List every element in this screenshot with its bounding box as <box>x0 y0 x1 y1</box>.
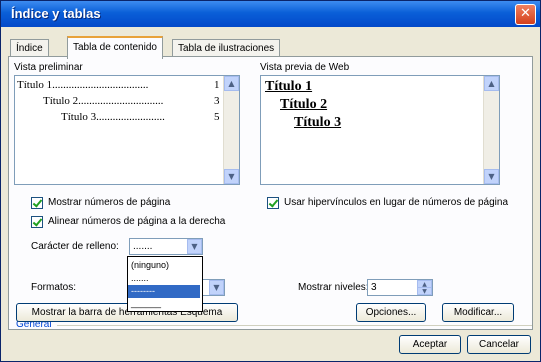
print-preview-box: Título 1................................… <box>14 75 240 185</box>
web-preview-heading-1[interactable]: Título 1 <box>265 79 312 95</box>
tab-leader-dropdown: (ninguno) ....... -------- ______ <box>127 256 203 312</box>
scroll-up-icon[interactable]: ▲ <box>484 76 499 91</box>
tab-leader-value: ....... <box>133 241 153 252</box>
dialog-window: Índice y tablas ✕ Índice Tabla de conten… <box>0 0 541 362</box>
chevron-down-icon[interactable]: ▼ <box>187 239 202 254</box>
web-preview-heading-3[interactable]: Título 3 <box>294 115 341 131</box>
print-preview-page-1: 1 <box>214 79 220 91</box>
use-hyperlinks-checkbox[interactable] <box>267 197 279 209</box>
options-button[interactable]: Opciones... <box>356 303 426 322</box>
chevron-down-icon[interactable]: ▼ <box>209 280 224 295</box>
show-levels-spinner[interactable]: 3 ▲ ▼ <box>367 279 433 296</box>
tab-leader-option[interactable]: ______ <box>128 297 200 310</box>
print-preview-heading-1: Título 1................................… <box>17 79 149 91</box>
tab-leader-label: Carácter de relleno: <box>31 241 119 252</box>
web-preview-label: Vista previa de Web <box>260 62 350 73</box>
show-page-numbers-label[interactable]: Mostrar números de página <box>48 197 170 208</box>
show-levels-value: 3 <box>371 282 377 293</box>
window-title: Índice y tablas <box>11 6 101 21</box>
tab-leader-option[interactable]: (ninguno) <box>128 259 200 272</box>
close-button[interactable]: ✕ <box>515 4 536 25</box>
web-preview-heading-2[interactable]: Título 2 <box>280 97 327 113</box>
show-page-numbers-checkbox[interactable] <box>31 197 43 209</box>
tab-indice[interactable]: Índice <box>10 39 49 57</box>
show-levels-label: Mostrar niveles: <box>298 282 369 293</box>
ok-button[interactable]: Aceptar <box>399 335 461 354</box>
print-preview-page-3: 5 <box>214 111 220 123</box>
use-hyperlinks-label[interactable]: Usar hipervínculos en lugar de números d… <box>284 197 508 208</box>
formats-label: Formatos: <box>31 282 77 293</box>
modify-button[interactable]: Modificar... <box>442 303 514 322</box>
print-preview-page-2: 3 <box>214 95 220 107</box>
tab-tabla-de-ilustraciones[interactable]: Tabla de ilustraciones <box>172 39 281 57</box>
print-preview-heading-2: Título 2............................... <box>43 95 164 107</box>
align-page-numbers-checkbox[interactable] <box>31 216 43 228</box>
print-preview-label: Vista preliminar <box>14 62 83 73</box>
tab-leader-combo[interactable]: ....... ▼ <box>129 238 203 255</box>
align-page-numbers-label[interactable]: Alinear números de página a la derecha <box>48 216 225 227</box>
scroll-up-icon[interactable]: ▲ <box>224 76 239 91</box>
tab-tabla-de-contenido[interactable]: Tabla de contenido <box>67 36 163 59</box>
web-preview-box: Título 1 Título 2 Título 3 ▲ ▼ <box>260 75 500 185</box>
spin-down-icon[interactable]: ▼ <box>417 287 432 295</box>
scroll-down-icon[interactable]: ▼ <box>484 169 499 184</box>
title-bar[interactable]: Índice y tablas ✕ <box>1 1 540 27</box>
web-preview-scrollbar[interactable]: ▲ ▼ <box>483 76 499 184</box>
print-preview-heading-3: Título 3......................... <box>61 111 165 123</box>
scroll-down-icon[interactable]: ▼ <box>224 169 239 184</box>
cancel-button[interactable]: Cancelar <box>467 335 531 354</box>
general-divider <box>57 325 532 326</box>
tab-leader-option[interactable]: ....... <box>128 272 200 285</box>
print-preview-scrollbar[interactable]: ▲ ▼ <box>223 76 239 184</box>
tab-panel: Vista preliminar Título 1...............… <box>8 56 533 330</box>
